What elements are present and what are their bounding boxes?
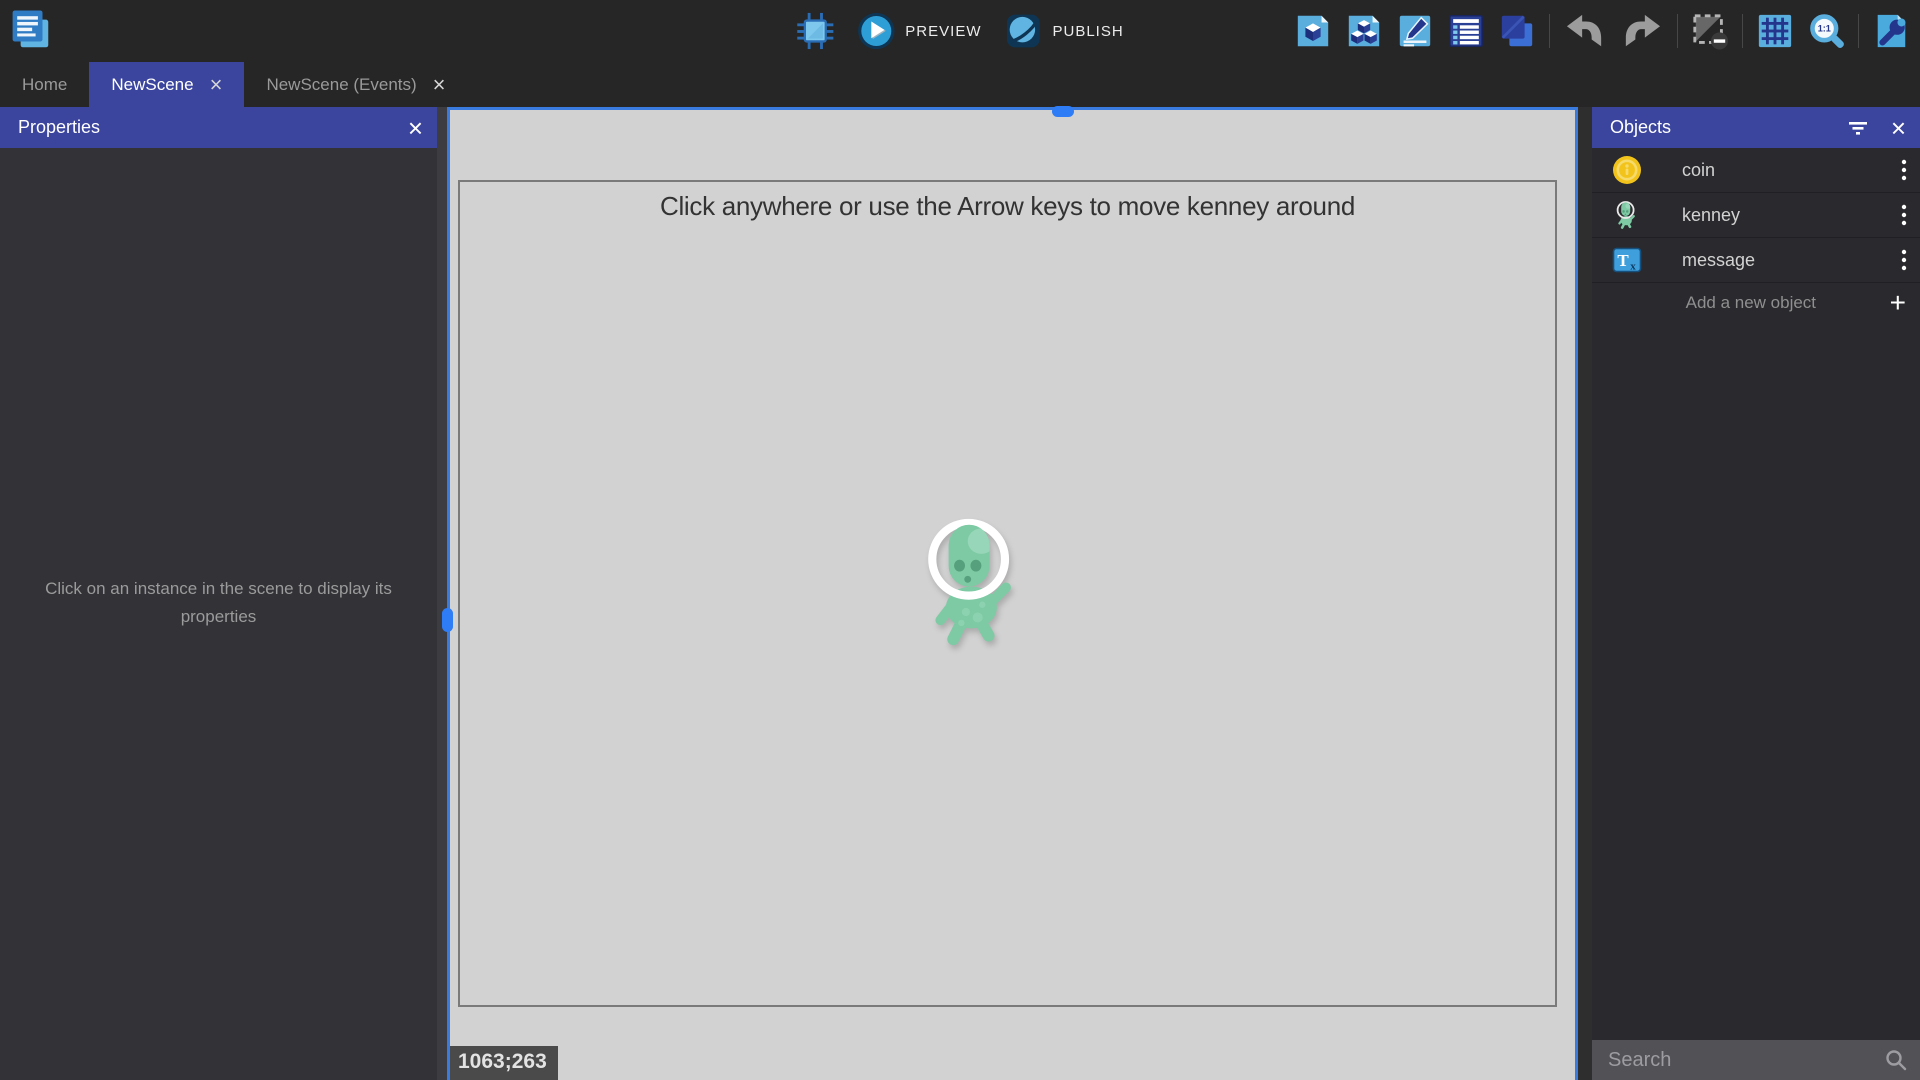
undo-icon[interactable]	[1563, 12, 1607, 50]
properties-panel-header: Properties ×	[0, 107, 437, 148]
editor-tabbar: Home NewScene × NewScene (Events) ×	[0, 62, 1920, 107]
project-manager-icon[interactable]	[8, 7, 54, 53]
cursor-coordinates: 1063;263	[450, 1046, 558, 1080]
svg-text:T: T	[1617, 251, 1629, 270]
edit-scene-pencil-icon[interactable]	[1396, 12, 1434, 50]
object-menu-icon[interactable]	[1900, 248, 1908, 272]
object-label: coin	[1682, 160, 1900, 181]
text-object-icon: T x	[1612, 245, 1642, 275]
preview-button[interactable]: PREVIEW	[856, 11, 981, 51]
add-object-label: Add a new object	[1612, 293, 1890, 313]
kenney-instance[interactable]	[925, 512, 1025, 652]
objects-panel: Objects × coin	[1592, 107, 1920, 1080]
debug-icon[interactable]	[796, 12, 834, 50]
scene-canvas[interactable]: Click anywhere or use the Arrow keys to …	[447, 107, 1578, 1080]
toolbar-divider	[1742, 14, 1743, 48]
object-row-kenney[interactable]: kenney	[1592, 193, 1920, 238]
pane-resize-handle-top[interactable]	[1052, 106, 1074, 117]
search-input[interactable]	[1606, 1048, 1884, 1073]
object-label: kenney	[1682, 205, 1900, 226]
scene-settings-icon[interactable]	[1872, 12, 1910, 50]
toolbar-divider	[1858, 14, 1859, 48]
close-icon[interactable]: ×	[408, 115, 423, 141]
search-icon	[1884, 1048, 1908, 1072]
properties-empty-message: Click on an instance in the scene to dis…	[16, 575, 421, 631]
edit-object-icon[interactable]	[1294, 12, 1332, 50]
objects-title: Objects	[1610, 117, 1671, 138]
instances-list-icon[interactable]	[1447, 12, 1485, 50]
grid-icon[interactable]	[1756, 12, 1794, 50]
objects-search-bar	[1592, 1040, 1920, 1080]
tab-home-label: Home	[22, 75, 67, 95]
svg-text:x: x	[1630, 261, 1636, 273]
publish-globe-icon	[1003, 11, 1043, 51]
zoom-1-1-icon[interactable]: 1:1	[1807, 12, 1845, 50]
publish-label: PUBLISH	[1052, 23, 1123, 40]
panel-gap	[1578, 107, 1592, 1080]
top-toolbar: PREVIEW PUBLISH	[0, 0, 1920, 62]
object-menu-icon[interactable]	[1900, 203, 1908, 227]
pane-resize-handle-left[interactable]	[442, 608, 453, 632]
add-object-button[interactable]: Add a new object +	[1592, 283, 1920, 323]
publish-button[interactable]: PUBLISH	[1003, 11, 1123, 51]
panel-resize-handle[interactable]	[437, 107, 447, 1080]
tab-newscene-events[interactable]: NewScene (Events) ×	[244, 62, 467, 107]
redo-icon[interactable]	[1620, 12, 1664, 50]
properties-title: Properties	[18, 117, 100, 138]
tab-newscene-label: NewScene	[111, 75, 193, 95]
tab-newscene-events-label: NewScene (Events)	[266, 75, 416, 95]
properties-panel: Properties × Click on an instance in the…	[0, 107, 437, 1080]
close-icon[interactable]: ×	[210, 74, 223, 96]
preview-play-icon	[856, 11, 896, 51]
objects-panel-header: Objects ×	[1592, 107, 1920, 148]
filter-icon[interactable]	[1847, 120, 1869, 136]
close-icon[interactable]: ×	[1891, 115, 1906, 141]
svg-text:1:1: 1:1	[1818, 24, 1831, 34]
tab-home[interactable]: Home	[0, 62, 89, 107]
preview-label: PREVIEW	[905, 23, 981, 40]
object-label: message	[1682, 250, 1900, 271]
scene-message-text: Click anywhere or use the Arrow keys to …	[460, 191, 1555, 222]
toolbar-divider	[1677, 14, 1678, 48]
plus-icon: +	[1890, 289, 1906, 317]
layers-icon[interactable]	[1498, 12, 1536, 50]
tab-newscene[interactable]: NewScene ×	[89, 62, 244, 107]
close-icon[interactable]: ×	[433, 74, 446, 96]
object-row-coin[interactable]: coin	[1592, 148, 1920, 193]
object-row-message[interactable]: T x message	[1592, 238, 1920, 283]
edit-objects-group-icon[interactable]	[1345, 12, 1383, 50]
coin-icon	[1612, 155, 1642, 185]
kenney-character-icon	[1612, 200, 1642, 230]
object-menu-icon[interactable]	[1900, 158, 1908, 182]
clear-selection-icon[interactable]	[1691, 12, 1729, 50]
toolbar-divider	[1549, 14, 1550, 48]
